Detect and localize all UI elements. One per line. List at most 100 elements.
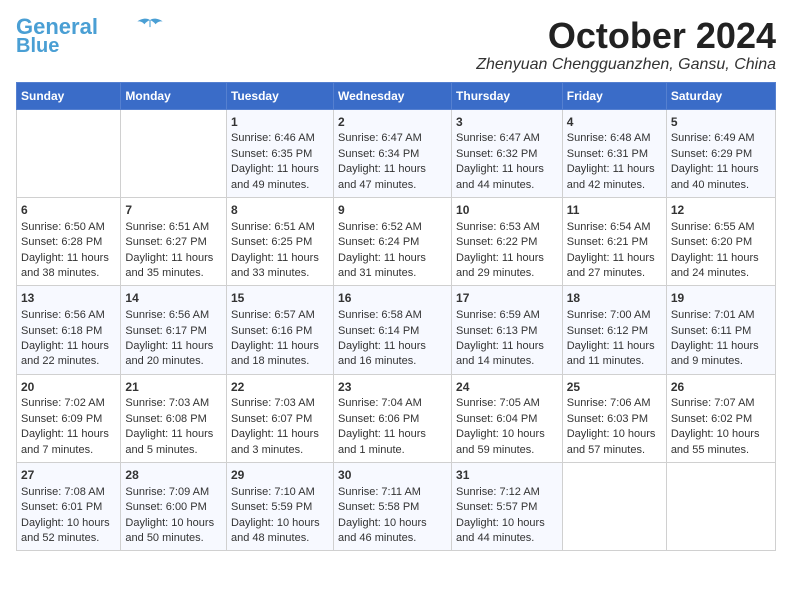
day-info: Sunrise: 7:10 AM (231, 485, 329, 500)
day-info: Sunset: 6:24 PM (338, 235, 447, 250)
day-number: 18 (567, 290, 662, 307)
location-subtitle: Zhenyuan Chengguanzhen, Gansu, China (476, 56, 776, 74)
calendar-cell: 26Sunrise: 7:07 AMSunset: 6:02 PMDayligh… (666, 374, 775, 462)
day-info: Daylight: 10 hours and 59 minutes. (456, 427, 558, 458)
day-info: Sunset: 6:11 PM (671, 324, 771, 339)
day-info: Daylight: 11 hours and 7 minutes. (21, 427, 116, 458)
day-info: Sunset: 6:32 PM (456, 147, 558, 162)
calendar-cell: 6Sunrise: 6:50 AMSunset: 6:28 PMDaylight… (17, 197, 121, 285)
day-header-thursday: Thursday (452, 82, 563, 109)
day-number: 25 (567, 379, 662, 396)
day-info: Daylight: 10 hours and 50 minutes. (125, 516, 222, 547)
day-info: Sunrise: 6:56 AM (125, 308, 222, 323)
calendar-cell (562, 463, 666, 551)
calendar-cell: 8Sunrise: 6:51 AMSunset: 6:25 PMDaylight… (226, 197, 333, 285)
day-number: 1 (231, 114, 329, 131)
month-title: October 2024 (476, 16, 776, 56)
day-info: Sunset: 6:28 PM (21, 235, 116, 250)
calendar-cell: 18Sunrise: 7:00 AMSunset: 6:12 PMDayligh… (562, 286, 666, 374)
day-info: Sunrise: 6:59 AM (456, 308, 558, 323)
day-info: Sunrise: 7:01 AM (671, 308, 771, 323)
day-info: Sunset: 6:22 PM (456, 235, 558, 250)
day-info: Sunset: 6:07 PM (231, 412, 329, 427)
day-info: Sunset: 6:02 PM (671, 412, 771, 427)
calendar-cell: 9Sunrise: 6:52 AMSunset: 6:24 PMDaylight… (334, 197, 452, 285)
calendar-cell: 3Sunrise: 6:47 AMSunset: 6:32 PMDaylight… (452, 109, 563, 197)
calendar-cell: 22Sunrise: 7:03 AMSunset: 6:07 PMDayligh… (226, 374, 333, 462)
calendar-cell: 20Sunrise: 7:02 AMSunset: 6:09 PMDayligh… (17, 374, 121, 462)
calendar-cell: 1Sunrise: 6:46 AMSunset: 6:35 PMDaylight… (226, 109, 333, 197)
day-info: Daylight: 11 hours and 11 minutes. (567, 339, 662, 370)
day-number: 15 (231, 290, 329, 307)
day-info: Sunrise: 6:58 AM (338, 308, 447, 323)
day-info: Sunset: 6:00 PM (125, 500, 222, 515)
day-info: Daylight: 11 hours and 22 minutes. (21, 339, 116, 370)
day-number: 19 (671, 290, 771, 307)
week-row-5: 27Sunrise: 7:08 AMSunset: 6:01 PMDayligh… (17, 463, 776, 551)
day-number: 29 (231, 467, 329, 484)
calendar-cell: 28Sunrise: 7:09 AMSunset: 6:00 PMDayligh… (121, 463, 227, 551)
day-info: Sunset: 5:59 PM (231, 500, 329, 515)
day-number: 17 (456, 290, 558, 307)
day-number: 23 (338, 379, 447, 396)
calendar-cell: 19Sunrise: 7:01 AMSunset: 6:11 PMDayligh… (666, 286, 775, 374)
day-info: Sunset: 6:27 PM (125, 235, 222, 250)
day-info: Daylight: 11 hours and 35 minutes. (125, 251, 222, 282)
day-info: Sunrise: 6:51 AM (125, 220, 222, 235)
day-info: Sunrise: 6:46 AM (231, 131, 329, 146)
day-info: Sunrise: 7:03 AM (125, 396, 222, 411)
week-row-4: 20Sunrise: 7:02 AMSunset: 6:09 PMDayligh… (17, 374, 776, 462)
day-info: Sunset: 6:18 PM (21, 324, 116, 339)
day-info: Sunrise: 7:09 AM (125, 485, 222, 500)
calendar-table: SundayMondayTuesdayWednesdayThursdayFrid… (16, 82, 776, 552)
day-info: Daylight: 11 hours and 27 minutes. (567, 251, 662, 282)
logo-subtext: Blue (16, 36, 59, 56)
day-info: Sunrise: 7:03 AM (231, 396, 329, 411)
calendar-cell: 14Sunrise: 6:56 AMSunset: 6:17 PMDayligh… (121, 286, 227, 374)
day-info: Sunset: 6:04 PM (456, 412, 558, 427)
day-info: Daylight: 11 hours and 24 minutes. (671, 251, 771, 282)
calendar-cell: 13Sunrise: 6:56 AMSunset: 6:18 PMDayligh… (17, 286, 121, 374)
day-info: Daylight: 11 hours and 16 minutes. (338, 339, 447, 370)
day-info: Sunset: 6:31 PM (567, 147, 662, 162)
day-header-friday: Friday (562, 82, 666, 109)
day-info: Sunset: 6:14 PM (338, 324, 447, 339)
day-info: Sunset: 6:12 PM (567, 324, 662, 339)
header-row: SundayMondayTuesdayWednesdayThursdayFrid… (17, 82, 776, 109)
calendar-cell: 24Sunrise: 7:05 AMSunset: 6:04 PMDayligh… (452, 374, 563, 462)
calendar-cell: 10Sunrise: 6:53 AMSunset: 6:22 PMDayligh… (452, 197, 563, 285)
day-header-saturday: Saturday (666, 82, 775, 109)
day-header-monday: Monday (121, 82, 227, 109)
day-number: 14 (125, 290, 222, 307)
day-info: Sunset: 6:21 PM (567, 235, 662, 250)
day-number: 6 (21, 202, 116, 219)
day-number: 21 (125, 379, 222, 396)
day-info: Daylight: 11 hours and 44 minutes. (456, 162, 558, 193)
day-info: Sunrise: 6:48 AM (567, 131, 662, 146)
calendar-cell: 25Sunrise: 7:06 AMSunset: 6:03 PMDayligh… (562, 374, 666, 462)
day-info: Sunrise: 7:11 AM (338, 485, 447, 500)
day-info: Daylight: 11 hours and 1 minute. (338, 427, 447, 458)
day-info: Sunrise: 7:04 AM (338, 396, 447, 411)
day-info: Sunset: 6:03 PM (567, 412, 662, 427)
day-info: Sunset: 6:25 PM (231, 235, 329, 250)
day-info: Sunrise: 6:56 AM (21, 308, 116, 323)
logo: General Blue (16, 16, 164, 56)
calendar-cell (666, 463, 775, 551)
day-info: Daylight: 11 hours and 18 minutes. (231, 339, 329, 370)
week-row-3: 13Sunrise: 6:56 AMSunset: 6:18 PMDayligh… (17, 286, 776, 374)
day-info: Sunrise: 6:52 AM (338, 220, 447, 235)
calendar-cell: 5Sunrise: 6:49 AMSunset: 6:29 PMDaylight… (666, 109, 775, 197)
calendar-cell: 4Sunrise: 6:48 AMSunset: 6:31 PMDaylight… (562, 109, 666, 197)
day-number: 30 (338, 467, 447, 484)
day-number: 9 (338, 202, 447, 219)
day-info: Daylight: 11 hours and 38 minutes. (21, 251, 116, 282)
calendar-cell: 17Sunrise: 6:59 AMSunset: 6:13 PMDayligh… (452, 286, 563, 374)
day-number: 5 (671, 114, 771, 131)
calendar-cell: 31Sunrise: 7:12 AMSunset: 5:57 PMDayligh… (452, 463, 563, 551)
day-number: 22 (231, 379, 329, 396)
day-info: Daylight: 10 hours and 55 minutes. (671, 427, 771, 458)
day-info: Daylight: 11 hours and 9 minutes. (671, 339, 771, 370)
day-info: Daylight: 11 hours and 20 minutes. (125, 339, 222, 370)
day-info: Daylight: 11 hours and 33 minutes. (231, 251, 329, 282)
